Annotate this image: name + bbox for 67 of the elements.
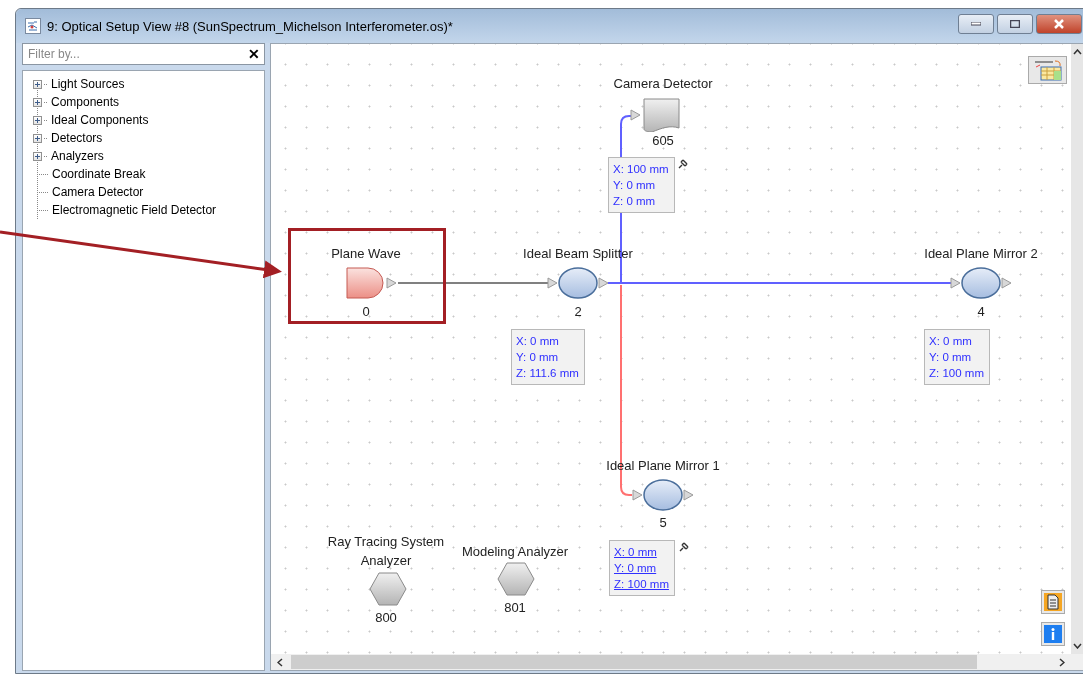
node-number: 605	[652, 133, 674, 148]
caret-right-icon[interactable]	[1059, 657, 1065, 667]
tree-item[interactable]: Analyzers	[47, 149, 104, 163]
oval-component-icon	[950, 267, 1012, 299]
window-icon	[25, 18, 41, 34]
close-button[interactable]	[1036, 14, 1082, 34]
pin-icon[interactable]	[679, 542, 689, 552]
position-text: Z: 100 mm	[929, 366, 984, 381]
clear-filter-button[interactable]: ✕	[248, 46, 260, 62]
light-source-icon	[346, 267, 397, 299]
position-text: Y: 0 mm	[516, 350, 560, 365]
tree-item[interactable]: Coordinate Break	[48, 167, 146, 181]
position-link[interactable]: Z: 100 mm	[614, 576, 669, 592]
position-link[interactable]: X: 0 mm	[614, 544, 669, 560]
minimize-button[interactable]	[958, 14, 994, 34]
position-text: X: 0 mm	[929, 334, 973, 349]
scrollbar-thumb[interactable]	[291, 655, 977, 669]
node-label: Modeling Analyzer	[460, 543, 570, 561]
tree-item[interactable]: Ideal Components	[47, 113, 149, 127]
position-text: X: 100 mm	[613, 162, 669, 177]
horizontal-scrollbar[interactable]	[271, 654, 1071, 670]
node-number: 801	[504, 600, 526, 615]
node-label: Ray Tracing System Analyzer	[326, 533, 446, 570]
tree-item[interactable]: Detectors	[47, 131, 103, 145]
node-number: 5	[659, 515, 667, 530]
node-label: Ideal Plane Mirror 2	[923, 245, 1039, 263]
node-number: 0	[362, 304, 370, 319]
oval-component-icon	[632, 479, 694, 511]
close-icon	[1053, 19, 1065, 29]
window-title: 9: Optical Setup View #8 (SunSpectrum_Michelson Interferometer.os)*	[47, 18, 454, 34]
node-number: 800	[375, 610, 397, 625]
oval-component-icon	[547, 267, 609, 299]
node-label: Camera Detector	[612, 75, 714, 93]
table-view-icon[interactable]	[1028, 56, 1067, 84]
tree-item[interactable]: Electromagnetic Field Detector	[48, 203, 217, 217]
position-text: Z: 0 mm	[613, 194, 657, 209]
expand-icon[interactable]	[33, 79, 42, 89]
position-text: X: 0 mm	[516, 334, 560, 349]
expand-icon[interactable]	[33, 133, 42, 143]
caret-up-icon[interactable]	[1073, 49, 1082, 55]
node-number: 2	[574, 304, 582, 319]
node-label: Plane Wave	[330, 245, 402, 263]
tree-item[interactable]: Light Sources	[47, 77, 125, 91]
maximize-icon	[1010, 20, 1020, 28]
hexagon-icon	[369, 572, 407, 606]
vertical-scrollbar[interactable]	[1071, 44, 1083, 654]
maximize-button[interactable]	[997, 14, 1033, 34]
position-text: Y: 0 mm	[929, 350, 973, 365]
minimize-icon	[971, 22, 981, 26]
expand-icon[interactable]	[33, 115, 42, 125]
detector-icon	[630, 98, 680, 132]
filter-field[interactable]: Filter by... ✕	[22, 43, 265, 65]
pin-icon[interactable]	[678, 159, 688, 169]
position-text: Y: 0 mm	[613, 178, 657, 193]
tree-item[interactable]: Camera Detector	[48, 185, 144, 199]
info-icon[interactable]	[1041, 622, 1065, 646]
document-icon[interactable]	[1041, 590, 1065, 614]
position-link[interactable]: Y: 0 mm	[614, 560, 669, 576]
node-number: 4	[977, 304, 985, 319]
position-text: Z: 111.6 mm	[516, 366, 579, 381]
expand-icon[interactable]	[33, 97, 42, 107]
hexagon-icon	[497, 562, 535, 596]
scrollbar-corner	[1071, 654, 1083, 670]
tree-item[interactable]: Components	[47, 95, 120, 109]
caret-left-icon[interactable]	[277, 657, 283, 667]
caret-down-icon[interactable]	[1073, 643, 1082, 649]
expand-icon[interactable]	[33, 151, 42, 161]
